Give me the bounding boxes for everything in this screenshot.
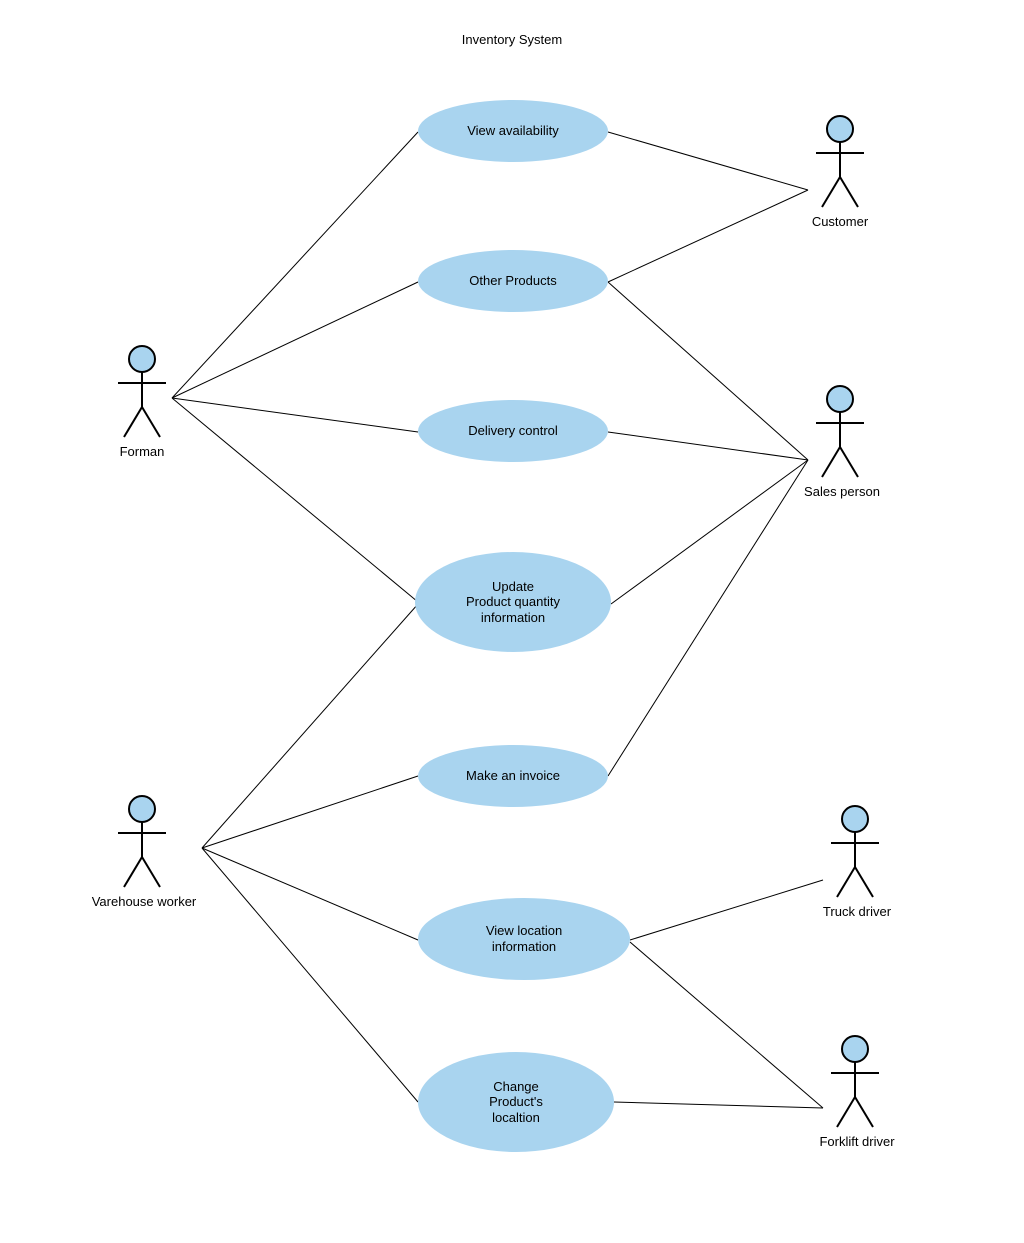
actor-varehouse-worker: Varehouse worker xyxy=(112,795,172,909)
usecase-label: View availability xyxy=(467,123,559,139)
stick-figure-icon xyxy=(810,115,870,210)
diagram-canvas: Inventory System Forman Varehouse worker xyxy=(0,0,1024,1243)
actor-customer-label: Customer xyxy=(810,214,870,229)
usecase-label: ChangeProduct'slocaltion xyxy=(489,1079,543,1126)
actor-forklift-driver-label: Forklift driver xyxy=(811,1134,903,1149)
diagram-title: Inventory System xyxy=(412,32,612,47)
usecase-label: Make an invoice xyxy=(466,768,560,784)
usecase-label: View locationinformation xyxy=(486,923,562,954)
usecase-label: UpdateProduct quantityinformation xyxy=(466,579,560,626)
actor-truck-driver-label: Truck driver xyxy=(813,904,901,919)
usecase-label: Other Products xyxy=(469,273,556,289)
stick-figure-icon xyxy=(810,385,870,480)
actor-forklift-driver: Forklift driver xyxy=(825,1035,885,1149)
stick-figure-icon xyxy=(825,1035,885,1130)
stick-figure-icon xyxy=(825,805,885,900)
actor-forman: Forman xyxy=(112,345,172,459)
usecase-delivery-control: Delivery control xyxy=(418,400,608,462)
usecase-view-availability: View availability xyxy=(418,100,608,162)
actor-forman-label: Forman xyxy=(112,444,172,459)
usecase-make-invoice: Make an invoice xyxy=(418,745,608,807)
stick-figure-icon xyxy=(112,345,172,440)
usecase-view-location-information: View locationinformation xyxy=(418,898,630,980)
actor-sales-person-label: Sales person xyxy=(794,484,890,499)
usecase-change-product-location: ChangeProduct'slocaltion xyxy=(418,1052,614,1152)
actor-varehouse-worker-label: Varehouse worker xyxy=(84,894,204,909)
usecase-label: Delivery control xyxy=(468,423,558,439)
actor-sales-person: Sales person xyxy=(810,385,870,499)
actor-truck-driver: Truck driver xyxy=(825,805,885,919)
stick-figure-icon xyxy=(112,795,172,890)
actor-customer: Customer xyxy=(810,115,870,229)
usecase-other-products: Other Products xyxy=(418,250,608,312)
usecase-update-product-quantity: UpdateProduct quantityinformation xyxy=(415,552,611,652)
